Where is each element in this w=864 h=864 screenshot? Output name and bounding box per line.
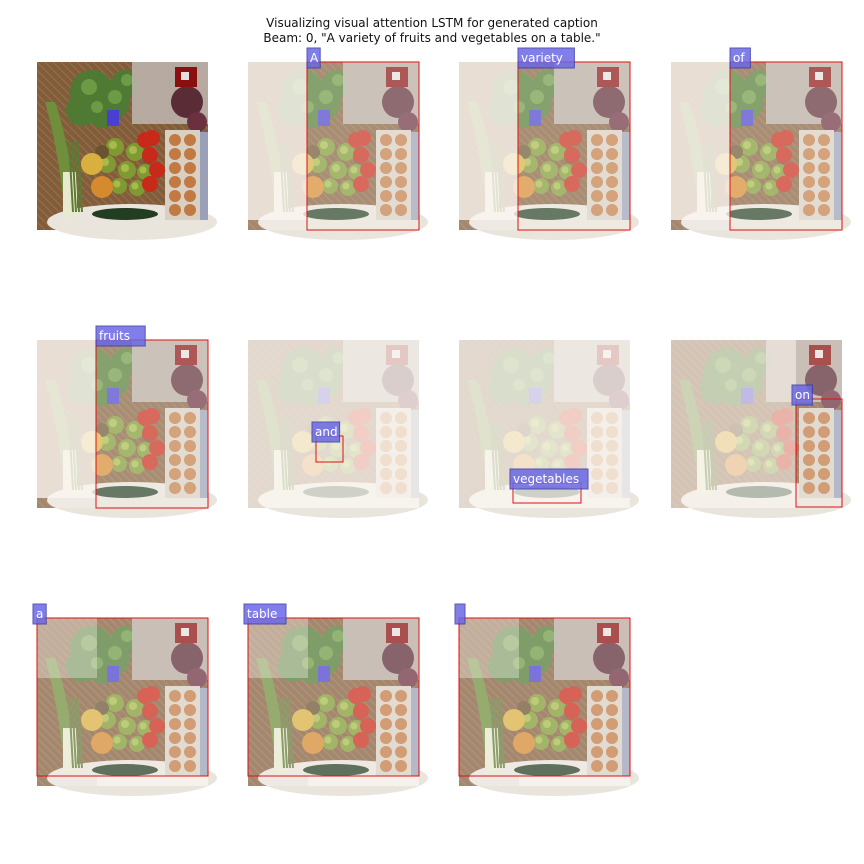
- attention-image: of: [671, 47, 851, 240]
- attention-mask: [671, 62, 730, 220]
- attention-mask: [307, 62, 419, 230]
- word-label: of: [733, 51, 745, 65]
- attention-mask: [671, 340, 796, 508]
- word-label: fruits: [99, 329, 130, 343]
- attention-image: on: [671, 340, 851, 518]
- attention-mask: [96, 340, 208, 508]
- attention-image: A: [248, 47, 428, 240]
- attention-image: a: [32, 603, 217, 796]
- word-label: A: [310, 51, 319, 65]
- attention-panel: [37, 62, 217, 240]
- attention-panel: fruits: [37, 325, 217, 518]
- attention-mask: [308, 776, 419, 786]
- attention-mask: [37, 618, 97, 678]
- attention-mask: [97, 776, 208, 786]
- word-label: table: [247, 607, 277, 621]
- attention-mask: [248, 62, 307, 220]
- word-label-bg: [454, 603, 466, 625]
- attention-mask: [459, 618, 519, 678]
- attention-image: vegetables: [459, 340, 639, 518]
- word-label: variety: [521, 51, 563, 65]
- attention-panel: on: [671, 340, 851, 518]
- attention-image: variety: [459, 47, 639, 240]
- attention-panel: [454, 603, 639, 796]
- attention-panel: and: [248, 340, 428, 518]
- word-label: and: [315, 425, 338, 439]
- attention-mask: [730, 62, 842, 230]
- attention-panel: of: [671, 47, 851, 240]
- attention-image: and: [248, 340, 428, 518]
- attention-panel: variety: [459, 47, 639, 240]
- figure-subtitle: Beam: 0, "A variety of fruits and vegeta…: [263, 31, 601, 45]
- word-label: a: [36, 607, 43, 621]
- figure-title: Visualizing visual attention LSTM for ge…: [266, 16, 598, 30]
- attention-panel: table: [243, 603, 428, 796]
- attention-image: [454, 603, 639, 796]
- attention-image: fruits: [37, 325, 217, 518]
- attention-mask: [37, 340, 96, 498]
- attention-mask: [519, 776, 630, 786]
- attention-panel: vegetables: [459, 340, 639, 518]
- attention-image: table: [243, 603, 428, 796]
- attention-mask: [459, 62, 518, 220]
- attention-panel: A: [248, 47, 428, 240]
- word-label: vegetables: [513, 472, 579, 486]
- attention-mask: [518, 62, 630, 230]
- word-label: on: [795, 388, 810, 402]
- attention-panel: a: [32, 603, 217, 796]
- attention-image: [37, 62, 217, 240]
- attention-mask: [248, 618, 308, 678]
